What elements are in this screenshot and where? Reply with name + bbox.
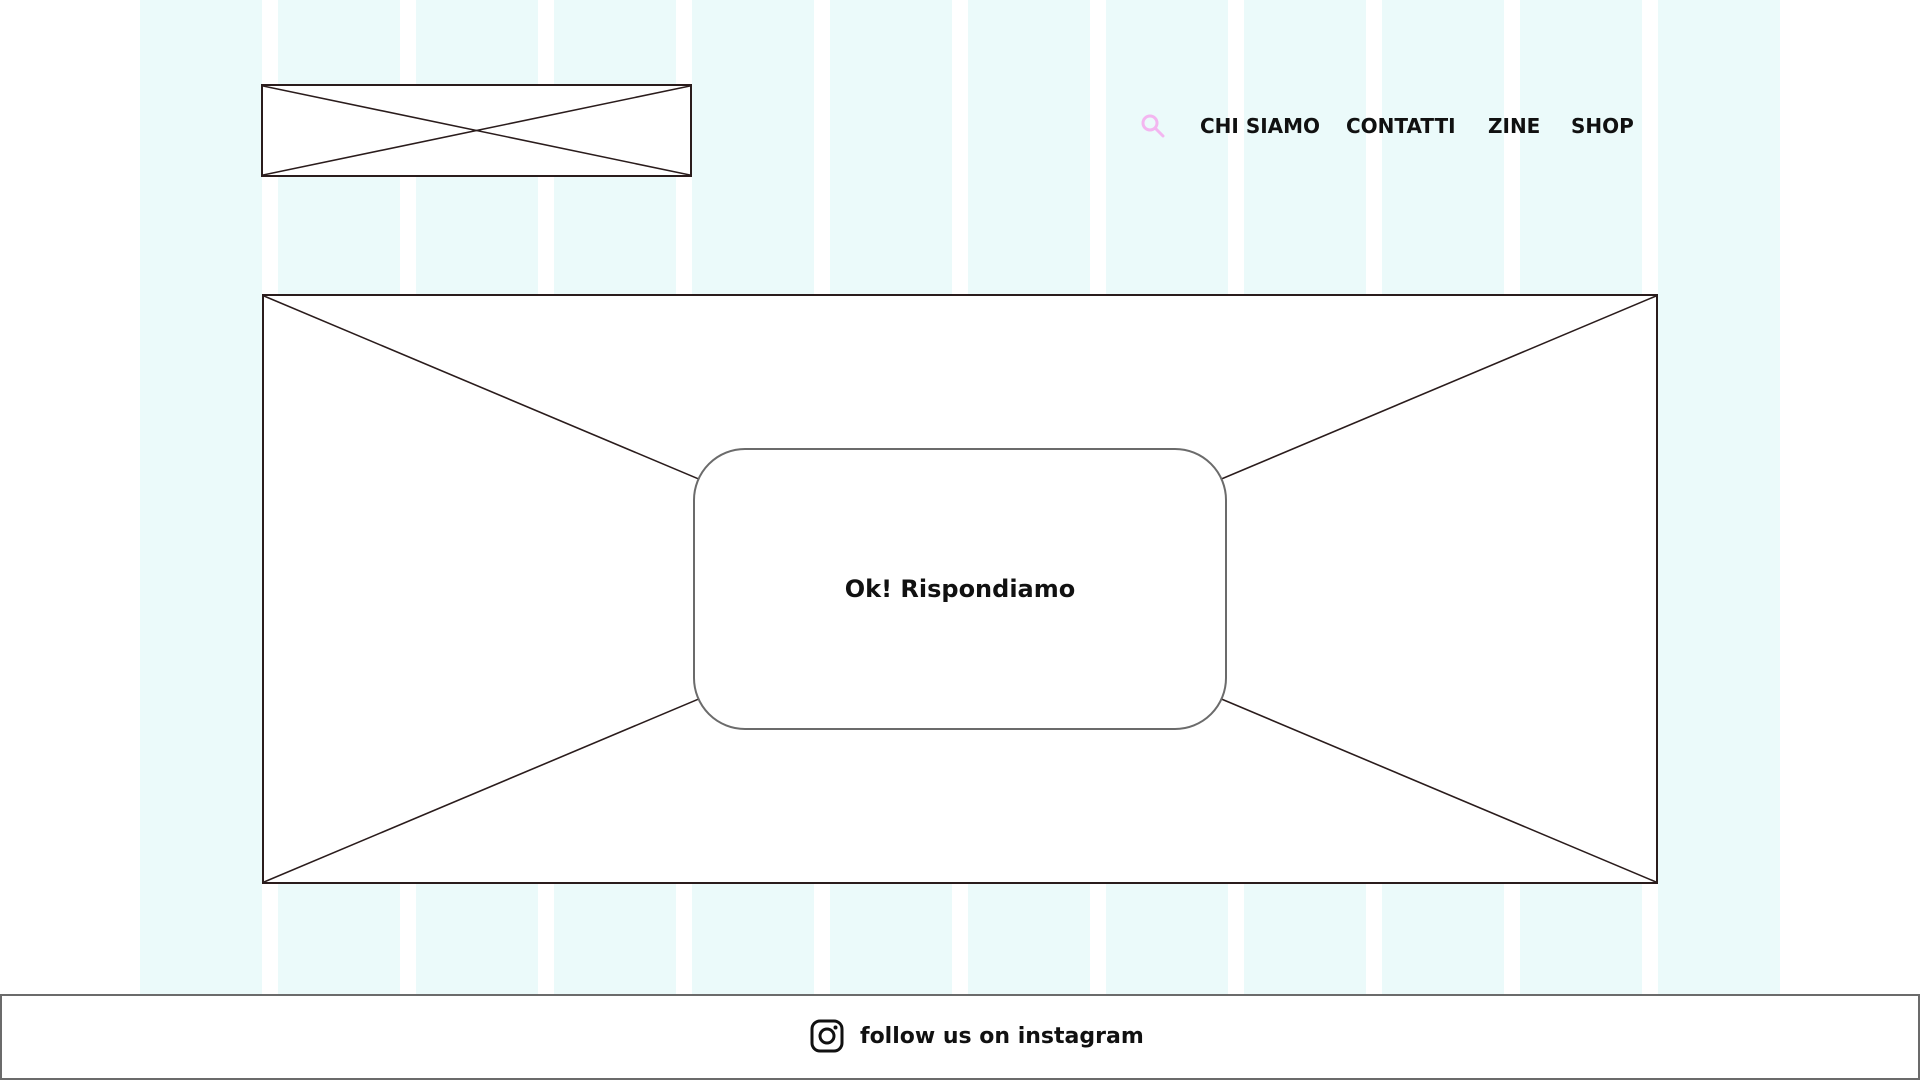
grid-column	[140, 0, 262, 994]
instagram-label: follow us on instagram	[860, 1023, 1144, 1049]
cta-button[interactable]: Ok! Rispondiamo	[693, 448, 1227, 730]
instagram-link[interactable]: follow us on instagram	[810, 1018, 1144, 1054]
nav-item-shop[interactable]: SHOP	[1571, 112, 1634, 140]
nav-item-contatti[interactable]: CONTATTI	[1346, 112, 1456, 140]
nav-item-chi-siamo[interactable]: CHI SIAMO	[1200, 112, 1320, 140]
cta-label: Ok! Rispondiamo	[844, 575, 1076, 603]
image-placeholder-icon	[263, 86, 690, 175]
grid-column	[1658, 0, 1780, 994]
instagram-icon	[810, 1019, 844, 1053]
search-icon[interactable]	[1140, 113, 1166, 139]
nav-item-zine[interactable]: ZINE	[1488, 112, 1540, 140]
logo-placeholder[interactable]	[261, 84, 692, 177]
page: CHI SIAMO CONTATTI ZINE SHOP Ok! Rispond…	[0, 0, 1920, 1080]
